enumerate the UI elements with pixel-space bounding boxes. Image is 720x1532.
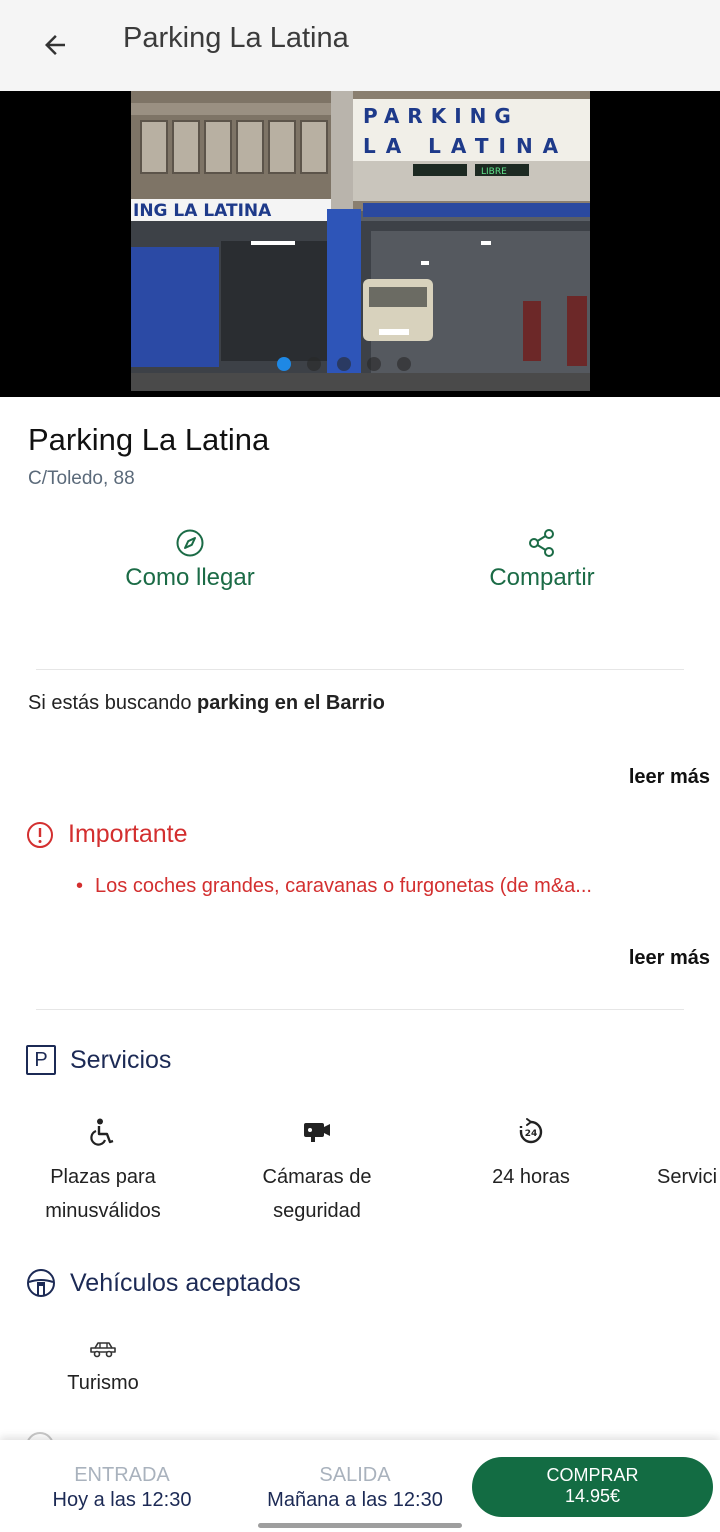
gallery-dot[interactable]: [307, 357, 321, 371]
salida-caption: SALIDA: [319, 1464, 391, 1486]
important-title: Importante: [68, 820, 188, 848]
wheelchair-icon: [90, 1118, 114, 1146]
service-item: Plazas para minusválidos: [8, 1116, 198, 1228]
page-title: Parking La Latina: [123, 22, 349, 54]
divider: [36, 1009, 684, 1010]
service-label-line2: minusválidos: [45, 1200, 161, 1222]
divider: [36, 669, 684, 670]
svg-text:PARKING: PARKING: [363, 104, 519, 128]
steering-wheel-icon: [27, 1269, 55, 1297]
gallery-dot[interactable]: [277, 357, 291, 371]
service-label-line1: Servici: [657, 1166, 718, 1188]
clock-24-icon: 24: [519, 1118, 543, 1144]
parking-photo: PARKING LA LATINA LIBRE ING LA LATINA LI…: [131, 91, 590, 391]
vehicle-label: Turismo: [67, 1372, 139, 1394]
svg-text:LIBRE: LIBRE: [481, 167, 507, 177]
compass-icon: [176, 529, 204, 557]
service-item: 24 24 horas: [436, 1116, 626, 1194]
gallery-dot[interactable]: [367, 357, 381, 371]
app-bar: Parking La Latina: [0, 0, 720, 91]
important-item: • Los coches grandes, caravanas o furgone…: [76, 875, 592, 897]
vehicles-title: Vehículos aceptados: [70, 1268, 301, 1297]
svg-text:24: 24: [525, 1129, 538, 1139]
service-label-line2: seguridad: [273, 1200, 361, 1222]
arrow-left-icon: [45, 35, 65, 55]
service-item: Cámaras de seguridad: [222, 1116, 412, 1228]
service-label-line1: 24 horas: [492, 1166, 570, 1188]
service-item: Servici: [650, 1116, 720, 1194]
buy-label: COMPRAR: [546, 1465, 639, 1485]
entrada-selector[interactable]: ENTRADA Hoy a las 12:30: [22, 1464, 222, 1512]
read-more-description[interactable]: leer más: [629, 766, 710, 789]
route-label: Como llegar: [125, 564, 255, 591]
important-header: Importante: [26, 820, 188, 849]
vehicle-item: Turismo: [8, 1340, 198, 1395]
security-camera-icon: [304, 1123, 330, 1142]
read-more-important[interactable]: leer más: [629, 947, 710, 970]
description-prefix: Si estás buscando: [28, 692, 197, 714]
share-icon: [529, 529, 554, 557]
gallery-dot[interactable]: [337, 357, 351, 371]
alert-circle-icon: [27, 821, 53, 848]
route-button[interactable]: Como llegar: [80, 527, 300, 592]
parking-p-icon: P: [26, 1045, 56, 1075]
salida-value: Mañana a las 12:30: [267, 1489, 443, 1511]
booking-bar: ENTRADA Hoy a las 12:30 SALIDA Mañana a …: [0, 1440, 720, 1532]
place-address: C/Toledo, 88: [28, 468, 135, 489]
description-text: Si estás buscando parking en el Barrio: [28, 692, 385, 715]
buy-price: 14.95€: [564, 1486, 621, 1506]
car-icon: [90, 1342, 116, 1358]
gallery-dots: [277, 357, 411, 371]
salida-selector[interactable]: SALIDA Mañana a las 12:30: [255, 1464, 455, 1512]
gallery-dot[interactable]: [397, 357, 411, 371]
home-indicator: [258, 1523, 462, 1528]
services-header: P Servicios: [26, 1045, 171, 1075]
place-name: Parking La Latina: [28, 422, 270, 457]
entrada-value: Hoy a las 12:30: [52, 1489, 192, 1511]
description-bold: parking en el Barrio: [197, 692, 385, 714]
svg-text:ING LA LATINA: ING LA LATINA: [133, 201, 272, 221]
share-button[interactable]: Compartir: [432, 527, 652, 592]
service-label-line1: Plazas para: [50, 1166, 156, 1188]
svg-text:LA LATINA: LA LATINA: [363, 134, 568, 158]
photo-gallery[interactable]: PARKING LA LATINA LIBRE ING LA LATINA LI…: [0, 91, 720, 397]
vehicles-header: Vehículos aceptados: [26, 1268, 301, 1298]
share-label: Compartir: [489, 564, 595, 591]
service-label-line1: Cámaras de: [262, 1166, 372, 1188]
important-item-text: Los coches grandes, caravanas o furgonet…: [95, 875, 592, 897]
buy-button[interactable]: COMPRAR 14.95€: [472, 1457, 713, 1517]
services-title: Servicios: [70, 1045, 172, 1074]
entrada-caption: ENTRADA: [74, 1464, 170, 1486]
back-button[interactable]: [36, 26, 74, 64]
